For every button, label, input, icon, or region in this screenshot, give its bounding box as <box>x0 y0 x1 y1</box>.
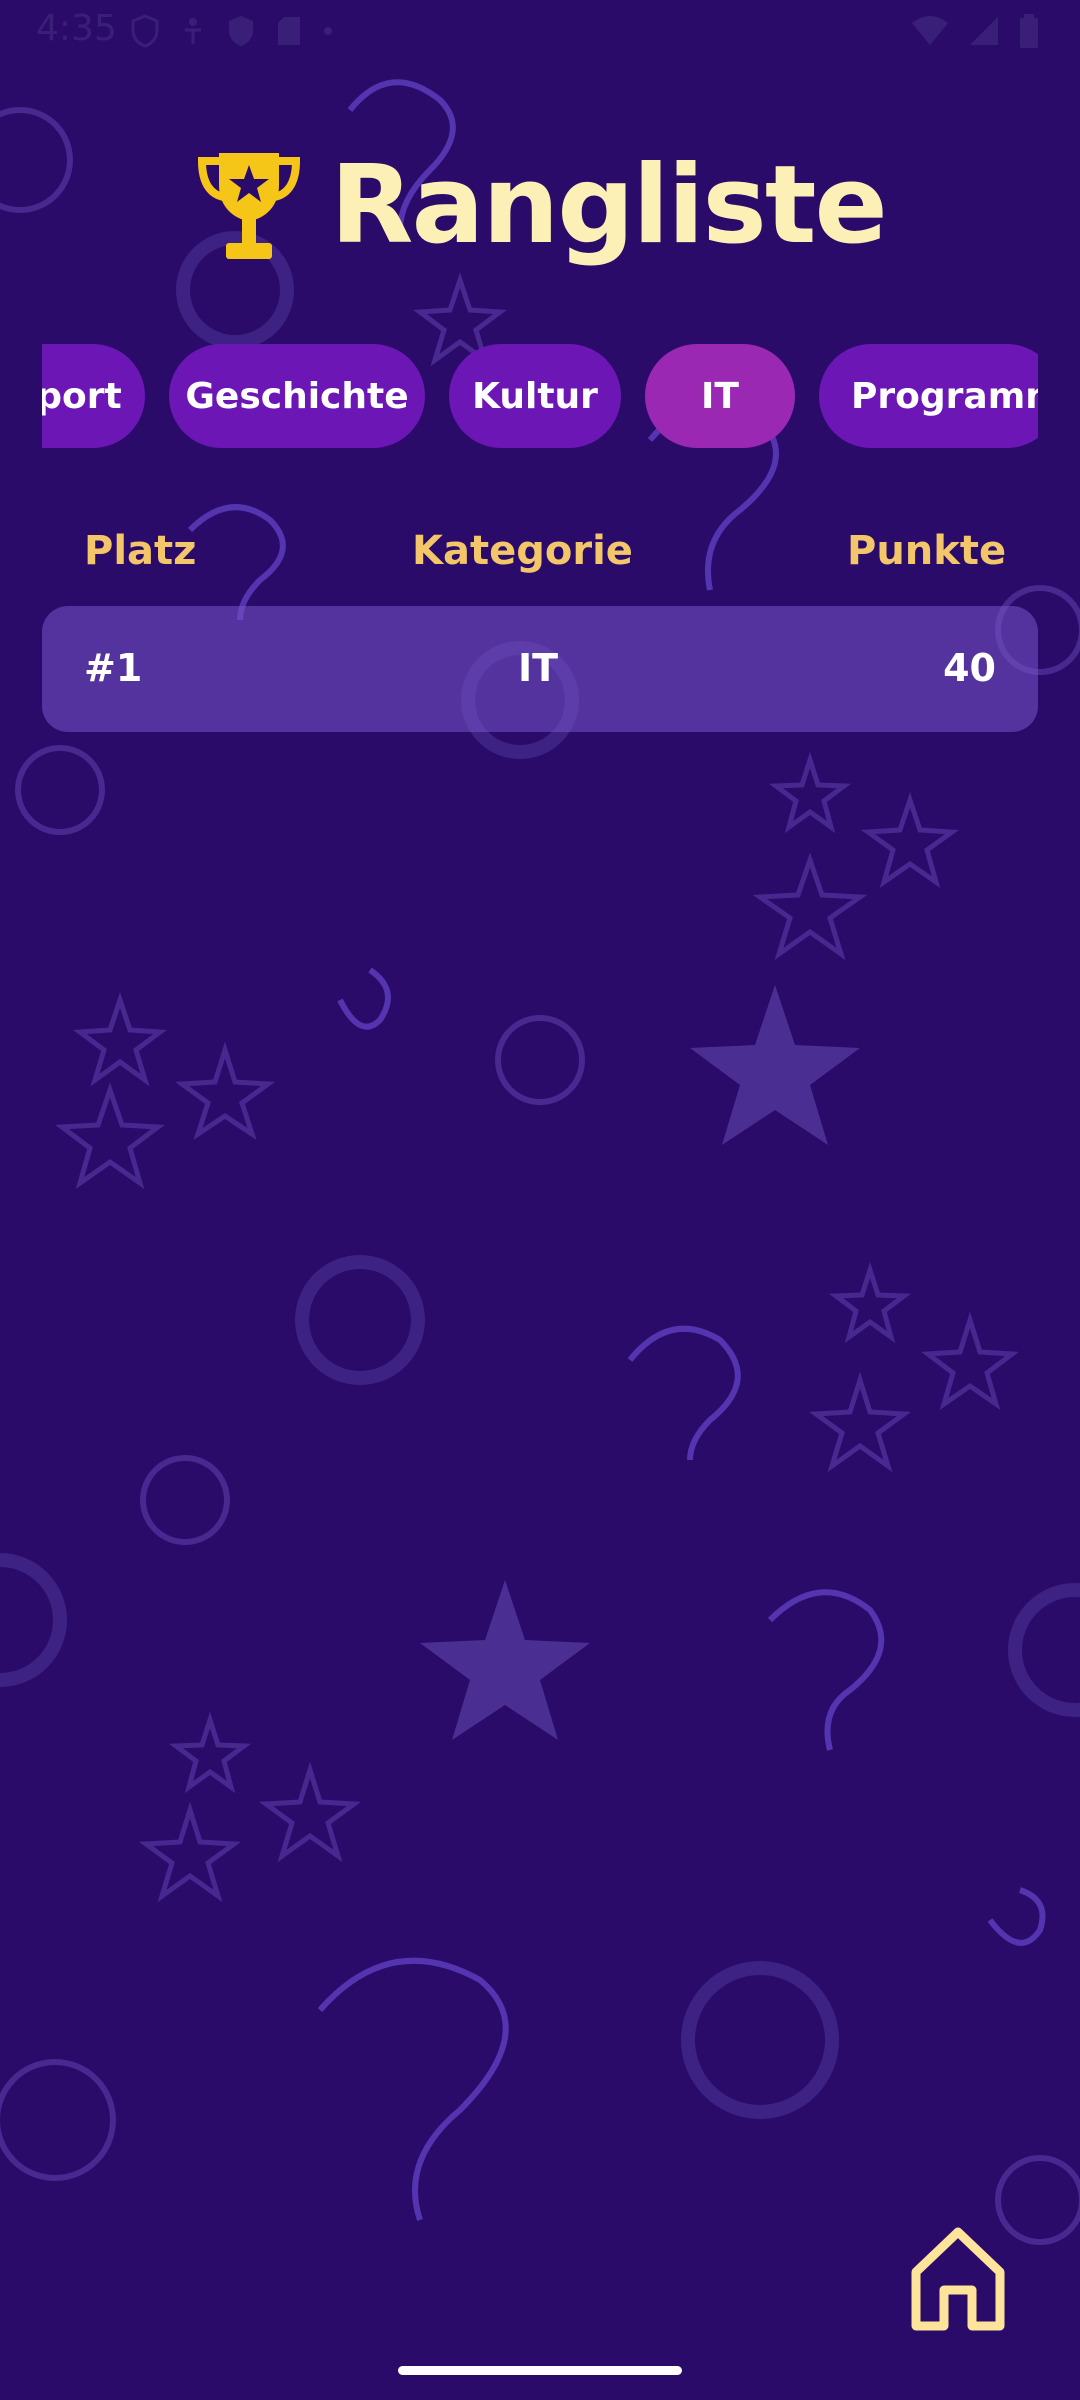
table-row: #1 IT 40 <box>42 606 1038 732</box>
header-points: Punkte <box>847 528 1007 574</box>
status-bar: 4:35 <box>0 0 1080 64</box>
category-tabs: Sport Geschichte Kultur IT Programm <box>42 344 1038 448</box>
tab-sport[interactable]: Sport <box>42 344 145 448</box>
row-category: IT <box>518 646 559 690</box>
battery-icon <box>1020 14 1038 48</box>
tab-kultur[interactable]: Kultur <box>449 344 621 448</box>
play-protect-icon <box>229 16 253 46</box>
wifi-icon <box>912 16 948 45</box>
status-time: 4:35 <box>36 8 117 49</box>
trophy-icon <box>198 153 301 259</box>
dot-icon <box>324 27 332 35</box>
tab-it[interactable]: IT <box>645 344 795 448</box>
home-icon <box>911 2227 1005 2331</box>
status-icons-left <box>130 14 334 48</box>
status-icons-right <box>910 14 1040 48</box>
page-title: Rangliste <box>330 142 887 268</box>
signal-icon <box>970 17 998 45</box>
page-header: Rangliste <box>0 135 1080 275</box>
home-button[interactable] <box>910 2226 1006 2332</box>
category-tabs-row: Sport Geschichte Kultur IT Programm <box>42 344 1038 448</box>
sd-card-icon <box>278 17 300 45</box>
header-place: Platz <box>84 528 197 574</box>
header-category: Kategorie <box>412 528 633 574</box>
tab-programmierung[interactable]: Programm <box>819 344 1038 448</box>
gesture-bar[interactable] <box>398 2366 682 2375</box>
accessibility-icon <box>185 18 201 44</box>
row-place: #1 <box>84 646 143 690</box>
tab-geschichte[interactable]: Geschichte <box>169 344 425 448</box>
row-points: 40 <box>943 646 996 690</box>
shield-icon <box>131 14 159 48</box>
